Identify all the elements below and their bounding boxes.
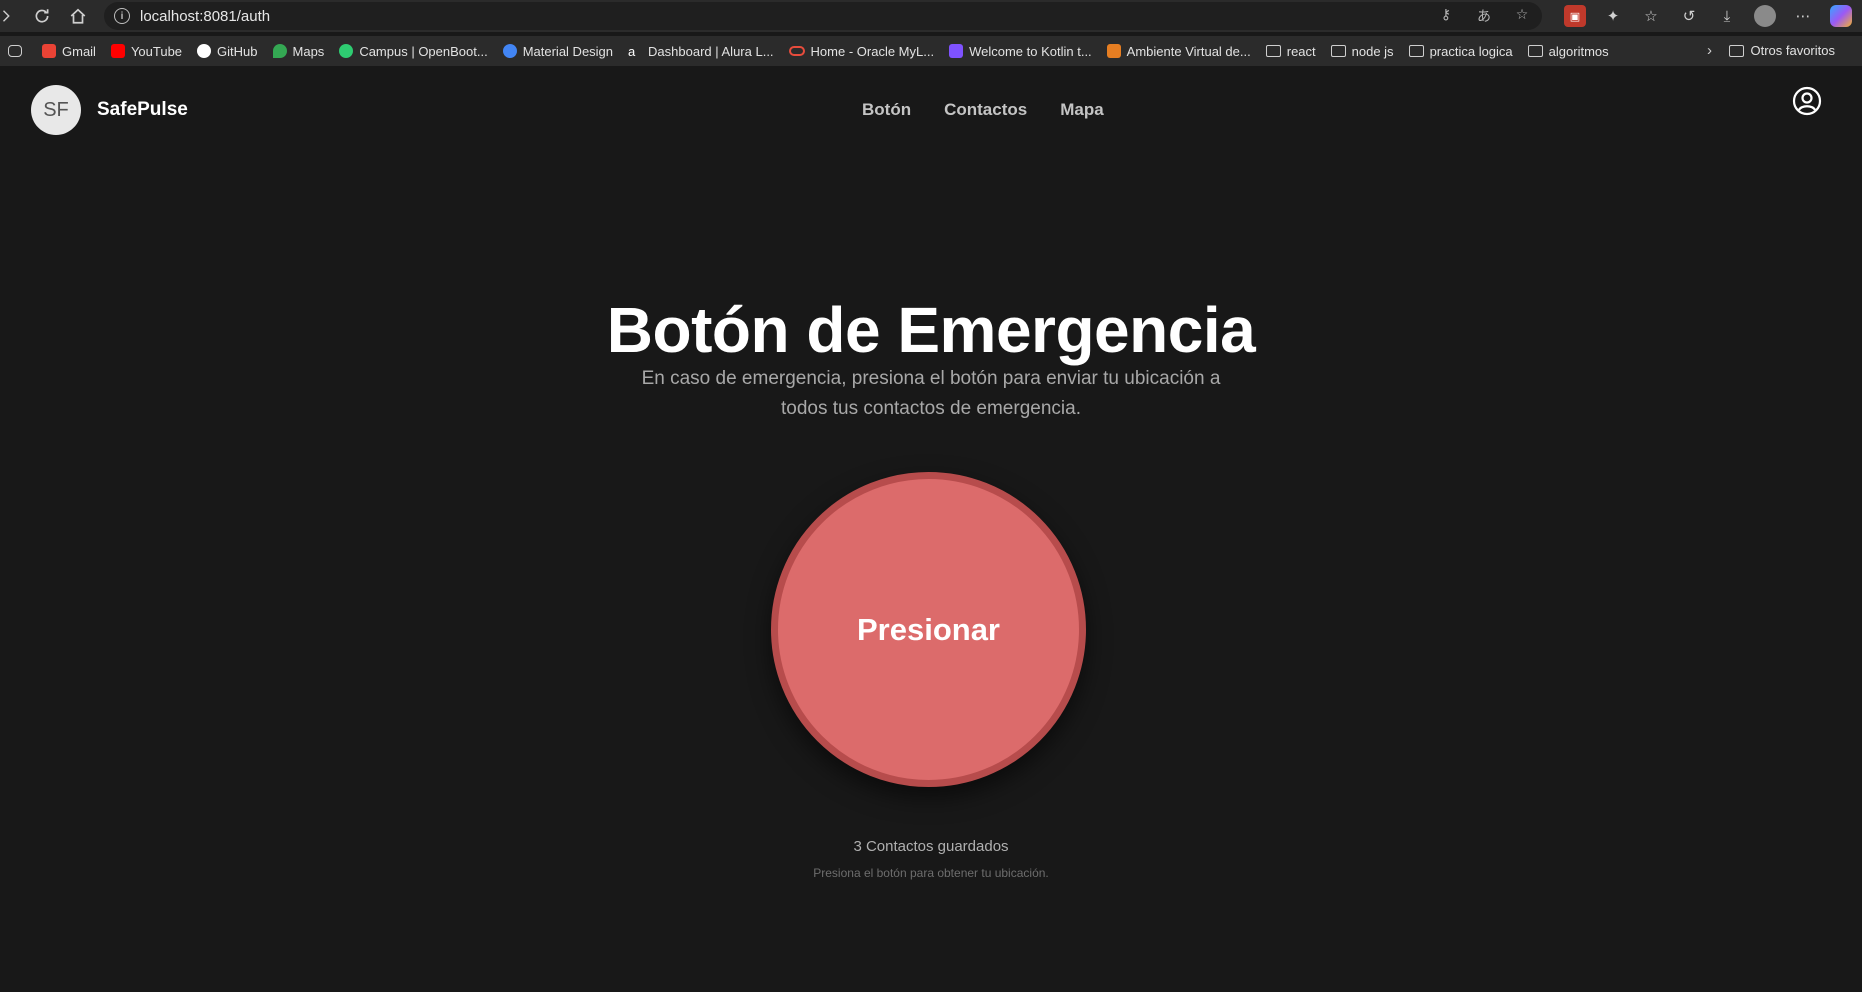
- browser-toolbar: i localhost:8081/auth ⚷ あ ☆ ▣ ✦ ☆ ↺ ⤓ ⋯: [0, 0, 1862, 32]
- gmail-icon: [42, 44, 56, 58]
- maps-icon: [272, 44, 287, 58]
- tab-actions-icon[interactable]: [8, 45, 22, 57]
- bookmark-folder-practica-logica[interactable]: practica logica: [1408, 44, 1513, 59]
- brand[interactable]: SF SafePulse: [31, 85, 188, 135]
- copilot-icon[interactable]: [1830, 5, 1852, 27]
- site-info-icon[interactable]: i: [114, 8, 130, 24]
- bookmark-alura[interactable]: a Dashboard | Alura L...: [628, 44, 774, 60]
- page-title: Botón de Emergencia: [606, 294, 1256, 366]
- extensions-icon[interactable]: ✦: [1602, 5, 1624, 27]
- translate-icon[interactable]: あ: [1474, 6, 1494, 26]
- alura-icon: a: [628, 44, 636, 59]
- github-icon: [197, 44, 212, 58]
- download-icon[interactable]: ⤓: [1716, 5, 1738, 27]
- bookmark-oracle[interactable]: Home - Oracle MyL...: [788, 44, 934, 59]
- nav-boton[interactable]: Botón: [862, 100, 911, 120]
- key-icon[interactable]: ⚷: [1436, 6, 1456, 26]
- youtube-icon: [110, 44, 125, 58]
- bookmark-campus[interactable]: Campus | OpenBoot...: [339, 44, 488, 59]
- oracle-icon: [788, 46, 805, 56]
- bookmarks-bar: Gmail YouTube GitHub Maps Campus | OpenB…: [0, 36, 1862, 66]
- emergency-button-label: Presionar: [856, 611, 1000, 647]
- browser-tools: ▣ ✦ ☆ ↺ ⤓ ⋯: [1564, 0, 1852, 32]
- folder-icon: [1527, 45, 1543, 57]
- avatar: SF: [31, 85, 81, 135]
- page-subtitle: En caso de emergencia, presiona el botón…: [641, 368, 1221, 419]
- bookmark-material-design[interactable]: Material Design: [502, 44, 613, 59]
- folder-icon: [1729, 44, 1745, 57]
- history-icon[interactable]: ↺: [1678, 5, 1700, 27]
- address-bar-actions: ⚷ あ ☆: [1436, 6, 1532, 26]
- chevron-right-icon[interactable]: ›: [1707, 42, 1712, 59]
- nav-contactos[interactable]: Contactos: [944, 100, 1027, 120]
- bookmark-folder-react[interactable]: react: [1265, 44, 1316, 59]
- bookmark-github[interactable]: GitHub: [197, 44, 258, 59]
- forward-icon[interactable]: [0, 0, 14, 32]
- star-icon[interactable]: ☆: [1512, 6, 1532, 26]
- bookmark-gmail[interactable]: Gmail: [42, 44, 96, 59]
- contacts-count: 3 Contactos guardados: [853, 838, 1009, 855]
- more-icon[interactable]: ⋯: [1792, 5, 1814, 27]
- user-account-icon[interactable]: [1792, 86, 1822, 116]
- location-hint: Presiona el botón para obtener tu ubicac…: [813, 866, 1049, 880]
- app-page: SF SafePulse Botón Contactos Mapa Botón …: [0, 68, 1862, 992]
- ambiente-virtual-icon: [1106, 44, 1121, 58]
- campus-icon: [339, 44, 354, 58]
- app-header: SF SafePulse Botón Contactos Mapa: [0, 68, 1862, 152]
- bookmark-folder-algoritmos[interactable]: algoritmos: [1527, 44, 1609, 59]
- bookmark-folder-node-js[interactable]: node js: [1330, 44, 1394, 59]
- bookmark-ambiente-virtual[interactable]: Ambiente Virtual de...: [1106, 44, 1251, 59]
- bookmark-kotlin[interactable]: Welcome to Kotlin t...: [949, 44, 1092, 59]
- folder-icon: [1408, 45, 1424, 57]
- bookmark-maps[interactable]: Maps: [272, 44, 324, 59]
- brand-name: SafePulse: [97, 99, 188, 120]
- url-text[interactable]: localhost:8081/auth: [140, 8, 270, 25]
- nav-mapa[interactable]: Mapa: [1060, 100, 1103, 120]
- emergency-button[interactable]: Presionar: [771, 472, 1086, 787]
- reload-icon[interactable]: [24, 0, 60, 32]
- bookmark-youtube[interactable]: YouTube: [110, 44, 182, 59]
- address-bar[interactable]: i localhost:8081/auth ⚷ あ ☆: [104, 2, 1542, 30]
- favorites-icon[interactable]: ☆: [1640, 5, 1662, 27]
- folder-icon: [1265, 45, 1281, 57]
- material-design-icon: [502, 44, 517, 58]
- bookmark-other-favorites[interactable]: Otros favoritos: [1729, 43, 1835, 58]
- extension-red-icon[interactable]: ▣: [1564, 5, 1586, 27]
- folder-icon: [1330, 45, 1346, 57]
- kotlin-icon: [949, 44, 964, 58]
- profile-icon[interactable]: [1754, 5, 1776, 27]
- home-icon[interactable]: [60, 0, 96, 32]
- main-nav: Botón Contactos Mapa: [862, 100, 1104, 120]
